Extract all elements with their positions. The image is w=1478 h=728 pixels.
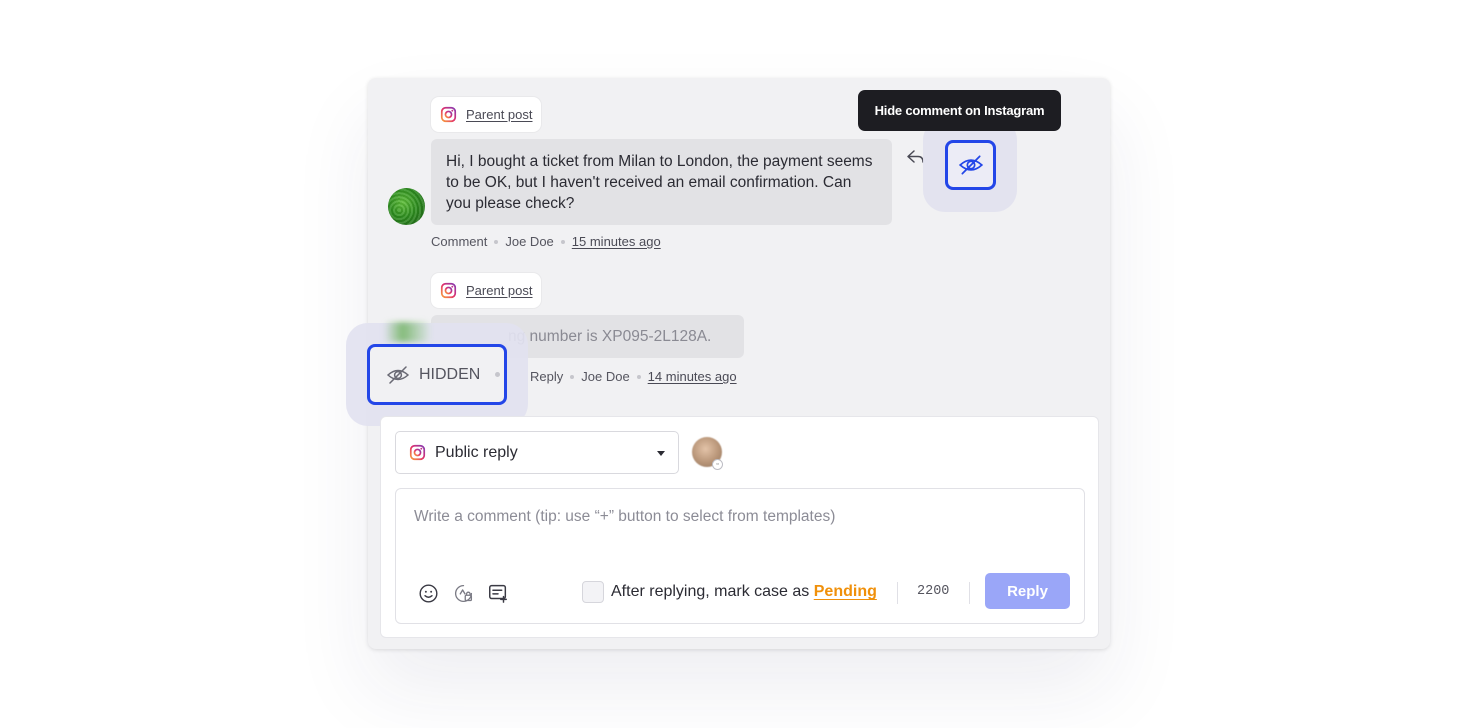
avatar [388, 188, 425, 225]
author-name: Joe Doe [505, 234, 554, 249]
separator-dot [636, 374, 641, 379]
emoji-icon [418, 583, 438, 603]
author-name: Joe Doe [581, 369, 630, 384]
ai-assist-button[interactable] [452, 582, 474, 604]
instagram-icon [440, 282, 457, 299]
hidden-status-badge: HIDDEN [367, 344, 507, 405]
reply-button[interactable]: Reply [985, 573, 1070, 609]
chevron-down-icon [657, 451, 665, 456]
parent-post-link[interactable]: Parent post [466, 283, 533, 298]
hidden-label: HIDDEN [419, 365, 481, 383]
message-type: Reply [530, 369, 564, 384]
parent-post-chip[interactable]: Parent post [431, 273, 541, 308]
separator-dot [495, 372, 501, 377]
eye-off-icon [386, 365, 410, 384]
timestamp-link[interactable]: 15 minutes ago [572, 234, 661, 249]
conversation-panel: Parent post Hi, I bought a ticket from M… [346, 78, 1110, 649]
lock-icon: ▫ [712, 459, 723, 470]
separator-dot [560, 239, 565, 244]
message-type: Comment [431, 234, 488, 249]
comment-meta: Comment Joe Doe 15 minutes ago [431, 234, 661, 249]
divider [969, 582, 970, 604]
separator-dot [494, 239, 499, 244]
comment-box: After replying, mark case as Pending 220… [395, 488, 1085, 624]
mark-pending-text: After replying, mark case as [611, 583, 810, 600]
separator-dot [570, 374, 575, 379]
timestamp-link[interactable]: 14 minutes ago [648, 369, 737, 384]
pending-status-link[interactable]: Pending [814, 583, 877, 600]
reply-message-text: ng number is XP095-2L128A. [508, 328, 712, 345]
eye-off-icon [958, 155, 983, 175]
templates-button[interactable] [487, 582, 509, 604]
ai-assist-icon [454, 584, 472, 602]
comment-message: Hi, I bought a ticket from Milan to Lond… [431, 139, 892, 225]
instagram-icon [440, 106, 457, 123]
character-counter: 2200 [917, 584, 950, 599]
reply-composer: Public reply ▫ Write a comment (tip: use… [380, 416, 1099, 638]
parent-post-chip[interactable]: Parent post [431, 97, 541, 132]
instagram-icon [409, 444, 426, 461]
divider [897, 582, 898, 604]
reply-meta: Reply Joe Doe 14 minutes ago [530, 369, 737, 384]
reply-type-value: Public reply [435, 443, 518, 461]
hide-comment-button[interactable] [945, 140, 996, 190]
emoji-button[interactable] [417, 582, 439, 604]
comment-input[interactable] [414, 508, 1054, 526]
parent-post-link[interactable]: Parent post [466, 107, 533, 122]
hide-comment-tooltip: Hide comment on Instagram [858, 90, 1061, 131]
mark-pending-checkbox[interactable] [582, 581, 604, 603]
mark-pending-label: After replying, mark case as Pending [611, 583, 877, 601]
avatar [384, 322, 430, 342]
reply-type-dropdown[interactable]: Public reply [395, 431, 679, 474]
templates-icon [489, 584, 507, 603]
